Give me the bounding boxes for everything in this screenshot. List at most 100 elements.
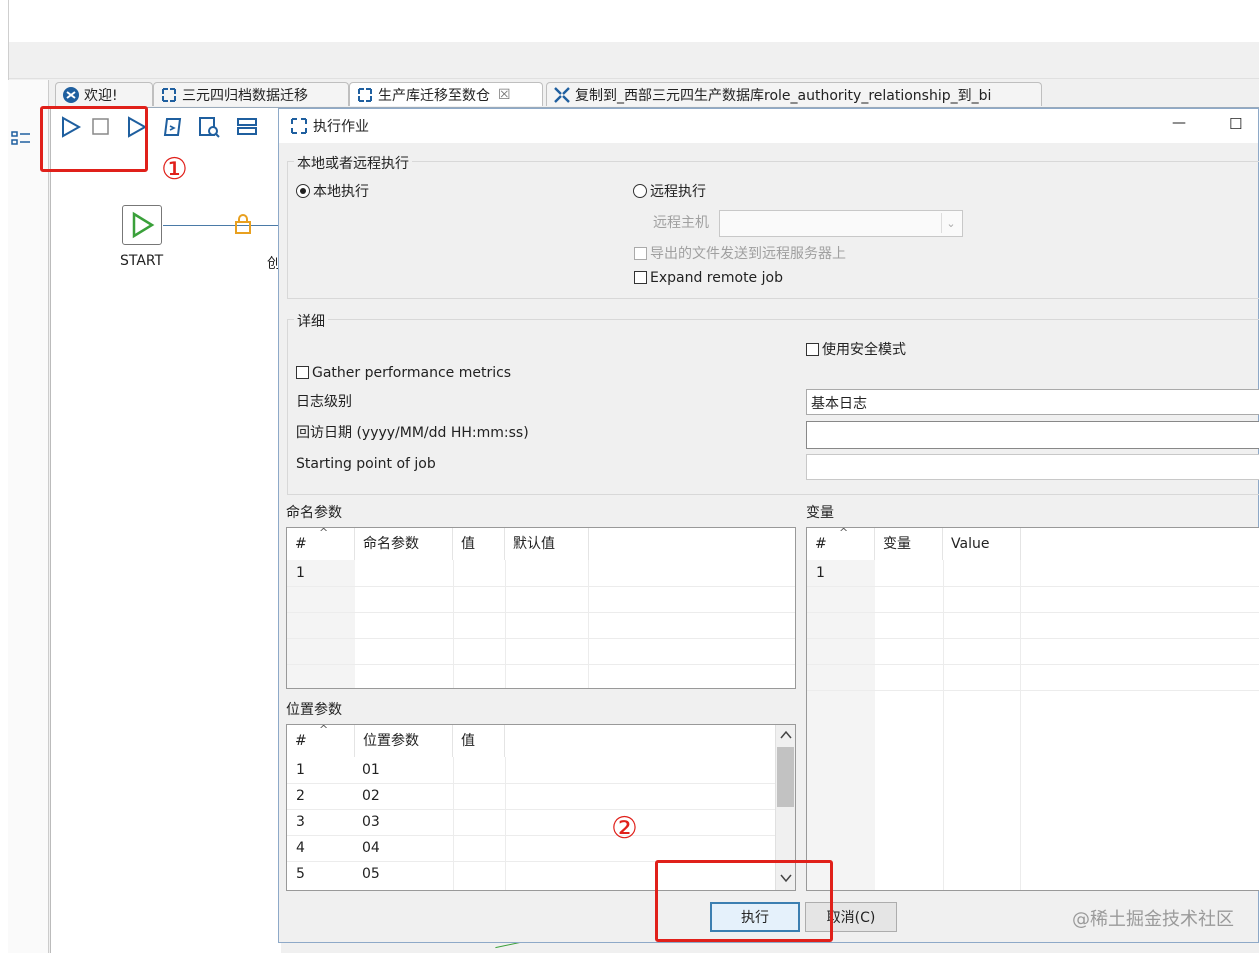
radio-dot	[633, 184, 647, 198]
local-exec-radio[interactable]: 本地执行	[296, 181, 369, 201]
row-divider	[287, 612, 795, 613]
left-panel	[8, 80, 49, 953]
column-divider	[1020, 560, 1021, 890]
column-header[interactable]: 位置参数	[355, 725, 453, 757]
replay-date-input[interactable]	[806, 421, 1259, 449]
row-divider	[807, 638, 1259, 639]
row-divider	[287, 835, 775, 836]
annotation-2: ②	[611, 811, 638, 846]
table-cell[interactable]: 01	[362, 762, 380, 778]
welcome-icon	[62, 86, 80, 104]
annotation-1: ①	[161, 152, 188, 187]
column-divider	[588, 560, 589, 688]
checkbox-box	[296, 366, 309, 379]
row-divider	[807, 612, 1259, 613]
sort-arrow-icon: ^	[839, 527, 849, 539]
safe-mode-checkbox[interactable]: 使用安全模式	[806, 339, 906, 359]
minimize-button[interactable]: —	[1172, 115, 1186, 131]
column-divider	[453, 757, 454, 890]
database-icon[interactable]	[235, 115, 259, 139]
send-files-checkbox[interactable]: 导出的文件发送到远程服务器上	[634, 243, 846, 263]
dialog-title-bar: 执行作业 — ☐	[279, 109, 1258, 143]
table-cell[interactable]: 03	[362, 814, 380, 830]
gather-metrics-checkbox[interactable]: Gather performance metrics	[296, 365, 511, 381]
checkbox-box	[634, 247, 647, 260]
row-divider	[287, 809, 775, 810]
table-cell[interactable]: 3	[296, 814, 305, 830]
row-divider	[807, 664, 1259, 665]
editor-tabs: 欢迎! 三元四归档数据迁移 生产库迁移至数仓 ☒ 复制到_西部三元四生产数据库r…	[50, 80, 1259, 108]
start-point-input[interactable]	[806, 454, 1259, 480]
remote-host-select[interactable]: ⌄	[719, 210, 963, 237]
annotation-box-2	[655, 860, 833, 942]
column-divider	[505, 560, 506, 688]
column-header[interactable]: Value	[943, 528, 1021, 560]
main-toolbar	[0, 42, 1259, 79]
lock-icon	[235, 214, 251, 234]
chevron-down-icon[interactable]: ⌄	[941, 213, 960, 233]
radio-dot	[296, 184, 310, 198]
table-cell[interactable]: 1	[296, 762, 305, 778]
local-exec-label: 本地执行	[313, 184, 369, 200]
table-cell[interactable]: 1	[296, 565, 305, 581]
checkbox-box	[634, 271, 647, 284]
variables-table[interactable]: # ^ 变量 Value 1	[806, 527, 1259, 891]
log-level-select[interactable]: 基本日志	[806, 389, 1259, 415]
checkbox-box	[806, 343, 819, 356]
watermark: @稀土掘金技术社区	[1072, 909, 1234, 930]
transform-icon	[553, 86, 571, 104]
scroll-up-icon[interactable]	[780, 730, 792, 740]
column-header[interactable]: 值	[453, 528, 505, 560]
job-icon	[356, 86, 374, 104]
column-header[interactable]: 值	[453, 725, 505, 757]
table-cell[interactable]: 1	[816, 565, 825, 581]
remote-exec-label: 远程执行	[650, 184, 706, 200]
tree-view-icon[interactable]	[10, 128, 32, 150]
start-point-label: Starting point of job	[296, 456, 436, 472]
column-header[interactable]: 变量	[875, 528, 943, 560]
tab-job-archive[interactable]: 三元四归档数据迁移	[153, 82, 349, 106]
tab-welcome[interactable]: 欢迎!	[55, 82, 153, 106]
tab-transform-copy[interactable]: 复制到_西部三元四生产数据库role_authority_relationshi…	[546, 82, 1042, 106]
table-cell[interactable]: 02	[362, 788, 380, 804]
job-icon	[160, 86, 178, 104]
close-tab-icon[interactable]: ☒	[498, 87, 511, 103]
table-cell[interactable]: 04	[362, 840, 380, 856]
log-level-label: 日志级别	[296, 394, 352, 410]
send-files-label: 导出的文件发送到远程服务器上	[650, 246, 846, 262]
sort-arrow-icon: ^	[319, 527, 329, 539]
annotation-box-1	[40, 106, 148, 172]
row-divider	[807, 586, 1259, 587]
details-group-label: 详细	[294, 311, 328, 331]
named-params-table[interactable]: # ^ 命名参数 值 默认值 1	[286, 527, 796, 689]
row-divider	[287, 664, 795, 665]
tab-label: 欢迎!	[84, 87, 118, 104]
remote-exec-radio[interactable]: 远程执行	[633, 181, 706, 201]
sort-arrow-icon: ^	[319, 724, 329, 736]
table-cell[interactable]: 05	[362, 866, 380, 882]
tab-label: 复制到_西部三元四生产数据库role_authority_relationshi…	[575, 87, 992, 104]
named-params-label: 命名参数	[286, 505, 342, 521]
column-header[interactable]: 命名参数	[355, 528, 453, 560]
dialog-title: 执行作业	[313, 119, 369, 135]
replay-date-label: 回访日期 (yyyy/MM/dd HH:mm:ss)	[296, 425, 529, 441]
safe-mode-label: 使用安全模式	[822, 342, 906, 358]
table-cell[interactable]: 5	[296, 866, 305, 882]
maximize-button[interactable]: ☐	[1229, 115, 1242, 133]
window-title-bar	[0, 0, 1259, 42]
expand-remote-checkbox[interactable]: Expand remote job	[634, 270, 783, 286]
hop-line	[163, 225, 278, 226]
table-cell[interactable]: 2	[296, 788, 305, 804]
start-play-icon	[132, 211, 155, 239]
column-divider	[453, 560, 454, 688]
row-divider	[807, 690, 1259, 691]
start-node[interactable]	[122, 205, 162, 245]
table-cell[interactable]: 4	[296, 840, 305, 856]
tab-job-production[interactable]: 生产库迁移至数仓 ☒	[349, 82, 543, 106]
column-header[interactable]: 默认值	[505, 528, 589, 560]
scroll-thumb[interactable]	[777, 747, 794, 807]
variables-label: 变量	[806, 505, 834, 521]
script-icon[interactable]	[161, 115, 185, 139]
search-db-icon[interactable]	[197, 115, 221, 139]
row-divider	[287, 783, 775, 784]
